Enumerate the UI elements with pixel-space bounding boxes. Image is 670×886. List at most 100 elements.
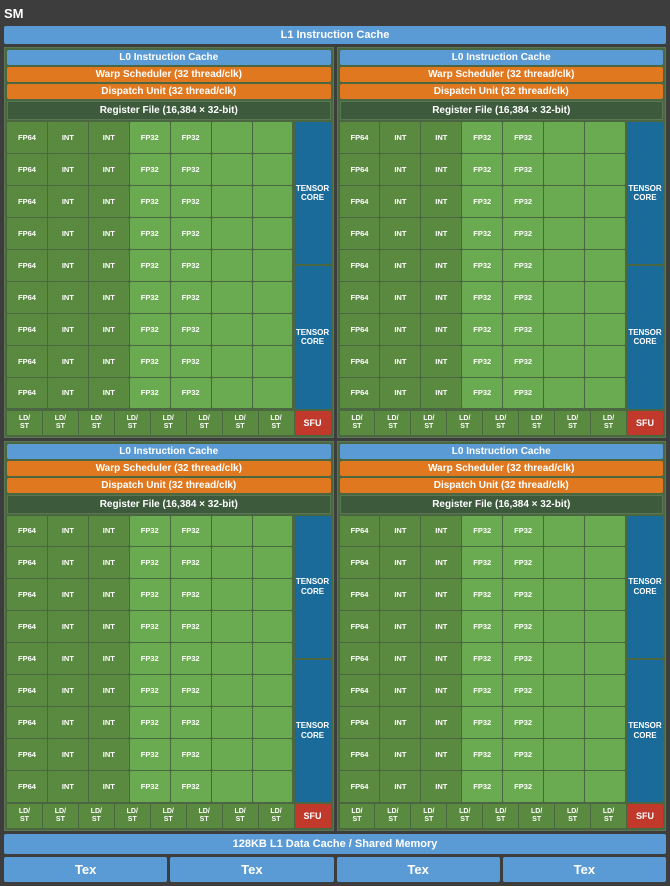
int-cell: INT — [48, 739, 88, 770]
ld-st-cell: LD/ST — [223, 411, 258, 435]
fp32-cell: FP32 — [171, 579, 211, 610]
int-cell: INT — [48, 250, 88, 281]
fp-row-3: FP64 INT INT FP32 FP32 — [7, 186, 293, 217]
tex-box-4[interactable]: Tex — [503, 857, 666, 882]
fp-row-1: FP64 INT INT FP32 FP32 — [7, 122, 293, 153]
fp64-cell: FP64 — [340, 739, 380, 770]
int-cell: INT — [421, 516, 461, 547]
int-cell: INT — [89, 643, 129, 674]
quadrant-top-right: L0 Instruction Cache Warp Scheduler (32 … — [337, 47, 667, 438]
fp32-cell: FP32 — [503, 154, 543, 185]
fp32-cell: FP32 — [130, 378, 170, 409]
fp64-cell: FP64 — [340, 122, 380, 153]
fp32-cell — [585, 707, 625, 738]
fp-row-5: FP64 INT INT FP32 FP32 — [7, 250, 293, 281]
fp64-cell: FP64 — [7, 739, 47, 770]
fp32-cell: FP32 — [130, 579, 170, 610]
ld-st-cell: LD/ST — [187, 411, 222, 435]
tex-box-1[interactable]: Tex — [4, 857, 167, 882]
fp32-cell — [212, 579, 252, 610]
fp64-cell: FP64 — [7, 218, 47, 249]
ld-st-cell: LD/ST — [151, 804, 186, 828]
int-cell: INT — [421, 739, 461, 770]
int-cell: INT — [89, 154, 129, 185]
ld-st-cell: LD/ST — [447, 804, 482, 828]
tensor-core-bl-2: TENSORCORE — [295, 660, 331, 802]
int-cell: INT — [89, 378, 129, 409]
fp32-cell — [544, 282, 584, 313]
fp32-cell: FP32 — [130, 154, 170, 185]
fp32-cell — [253, 186, 293, 217]
fp32-cell — [253, 707, 293, 738]
fp32-cell: FP32 — [503, 282, 543, 313]
ld-st-cell: LD/ST — [519, 804, 554, 828]
fp32-cell: FP32 — [171, 707, 211, 738]
fp64-cell: FP64 — [7, 378, 47, 409]
fp32-cell — [585, 282, 625, 313]
fp32-cell: FP32 — [503, 643, 543, 674]
ld-st-cell: LD/ST — [411, 411, 446, 435]
fp32-cell — [253, 739, 293, 770]
int-cell: INT — [421, 154, 461, 185]
fp32-cell — [544, 739, 584, 770]
int-cell: INT — [421, 186, 461, 217]
l0-cache-br: L0 Instruction Cache — [340, 444, 664, 459]
fp32-cell — [212, 643, 252, 674]
fp32-cell — [212, 154, 252, 185]
tensor-column-tl: TENSORCORE TENSORCORE — [295, 122, 331, 409]
fp32-cell: FP32 — [130, 250, 170, 281]
fp32-cell — [544, 154, 584, 185]
int-cell: INT — [48, 122, 88, 153]
fp32-cell — [544, 675, 584, 706]
int-cell: INT — [380, 314, 420, 345]
fp-row-6: FP64 INT INT FP32 FP32 — [7, 282, 293, 313]
fp32-cell: FP32 — [171, 378, 211, 409]
int-cell: INT — [380, 739, 420, 770]
fp64-cell: FP64 — [340, 675, 380, 706]
warp-scheduler-tl: Warp Scheduler (32 thread/clk) — [7, 67, 331, 82]
fp64-cell: FP64 — [340, 771, 380, 802]
fp32-cell — [544, 186, 584, 217]
tex-box-2[interactable]: Tex — [170, 857, 333, 882]
fp64-cell: FP64 — [340, 643, 380, 674]
fp64-cell: FP64 — [7, 314, 47, 345]
int-cell: INT — [421, 707, 461, 738]
fp32-cell: FP32 — [462, 122, 502, 153]
int-cell: INT — [89, 516, 129, 547]
ld-st-cell: LD/ST — [411, 804, 446, 828]
ld-st-cell: LD/ST — [483, 804, 518, 828]
fp32-cell: FP32 — [503, 516, 543, 547]
fp64-cell: FP64 — [7, 579, 47, 610]
fp32-cell: FP32 — [462, 516, 502, 547]
int-cell: INT — [48, 643, 88, 674]
fp32-cell — [212, 611, 252, 642]
int-cell: INT — [380, 218, 420, 249]
tensor-core-tr-2: TENSORCORE — [627, 266, 663, 408]
int-cell: INT — [380, 771, 420, 802]
fp32-cell: FP32 — [503, 218, 543, 249]
tex-box-3[interactable]: Tex — [337, 857, 500, 882]
int-cell: INT — [48, 282, 88, 313]
sfu-row-br: LD/ST LD/ST LD/ST LD/ST LD/ST LD/ST LD/S… — [340, 804, 664, 828]
ld-st-cell: LD/ST — [340, 411, 375, 435]
fp32-cell — [585, 579, 625, 610]
fp64-cell: FP64 — [7, 771, 47, 802]
fp32-cell — [544, 707, 584, 738]
fp64-cell: FP64 — [340, 282, 380, 313]
fp32-cell — [253, 122, 293, 153]
tensor-core-2: TENSORCORE — [295, 266, 331, 408]
fp64-cell: FP64 — [7, 186, 47, 217]
int-cell: INT — [48, 378, 88, 409]
tensor-core-br-2: TENSORCORE — [627, 660, 663, 802]
fp64-cell: FP64 — [7, 643, 47, 674]
fp64-cell: FP64 — [340, 250, 380, 281]
fp32-cell: FP32 — [462, 675, 502, 706]
int-cell: INT — [421, 771, 461, 802]
tensor-column-bl: TENSORCORE TENSORCORE — [295, 516, 331, 803]
int-cell: INT — [89, 250, 129, 281]
int-cell: INT — [89, 675, 129, 706]
fp32-cell: FP32 — [503, 378, 543, 409]
fp32-cell — [212, 218, 252, 249]
int-cell: INT — [380, 122, 420, 153]
int-cell: INT — [380, 611, 420, 642]
